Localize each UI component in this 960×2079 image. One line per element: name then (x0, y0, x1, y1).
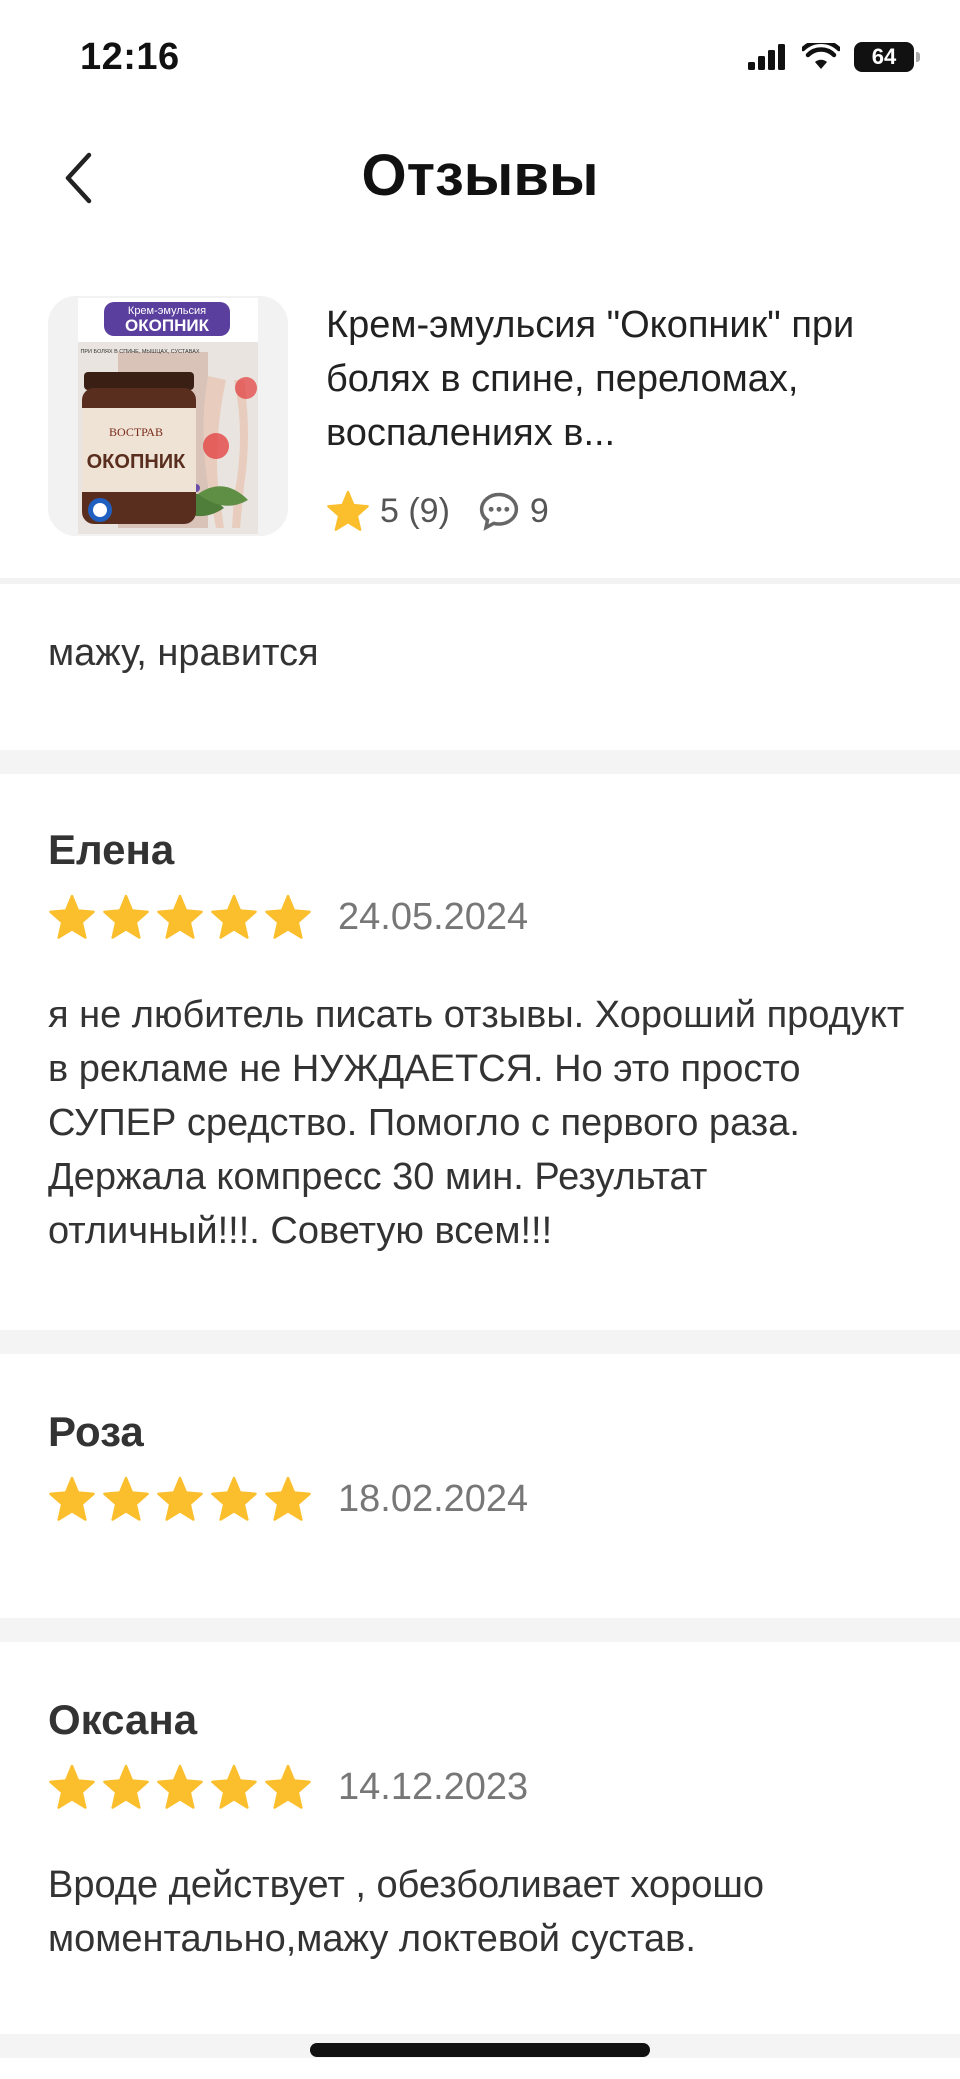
review-date: 18.02.2024 (338, 1477, 529, 1520)
star-icon (265, 1764, 311, 1809)
battery-level: 64 (871, 44, 897, 69)
product-rating: 5 (9) (326, 490, 450, 532)
star-icon (49, 1476, 95, 1521)
product-comments: 9 (478, 491, 549, 531)
header: Отзывы (0, 120, 960, 240)
rating-stars (48, 1476, 312, 1522)
star-icon (211, 1476, 257, 1521)
product-card[interactable]: Крем-эмульсия ОКОПНИК ПРИ БОЛЯХ В СПИНЕ,… (48, 296, 912, 538)
svg-text:ПРИ БОЛЯХ В СПИНЕ, МЫШЦАХ, СУС: ПРИ БОЛЯХ В СПИНЕ, МЫШЦАХ, СУСТАВАХ (80, 349, 199, 355)
divider (0, 578, 960, 584)
wifi-icon (802, 43, 840, 69)
star-icon (103, 1764, 149, 1809)
product-image[interactable]: Крем-эмульсия ОКОПНИК ПРИ БОЛЯХ В СПИНЕ,… (48, 296, 288, 536)
battery-icon: 64 (854, 42, 920, 72)
svg-text:ВОСТРАВ: ВОСТРАВ (109, 425, 163, 439)
cellular-signal-icon (748, 44, 785, 70)
product-name[interactable]: Крем-эмульсия "Окопник" при болях в спин… (326, 298, 912, 460)
star-icon (103, 894, 149, 939)
star-icon (49, 1764, 95, 1809)
rating-row: 18.02.2024 (48, 1476, 528, 1522)
svg-text:ОКОПНИК: ОКОПНИК (125, 316, 210, 335)
home-indicator[interactable] (310, 2043, 650, 2057)
star-icon (49, 894, 95, 939)
star-icon (211, 894, 257, 939)
product-image-art: Крем-эмульсия ОКОПНИК ПРИ БОЛЯХ В СПИНЕ,… (48, 296, 288, 536)
review-date: 24.05.2024 (338, 895, 529, 938)
status-time: 12:16 (80, 36, 180, 78)
review-date: 14.12.2023 (338, 1765, 529, 1808)
star-icon (327, 490, 369, 531)
svg-text:ОКОПНИК: ОКОПНИК (87, 451, 187, 473)
rating-row: 14.12.2023 (48, 1764, 528, 1810)
status-icons: 64 (748, 42, 920, 72)
review-text: Вроде действует , обезболивает хорошо мо… (48, 1864, 765, 1960)
rating-stars (48, 1764, 312, 1810)
battery-cap (916, 52, 920, 62)
product-comments-count: 9 (529, 491, 549, 530)
rating-row: 24.05.2024 (48, 894, 528, 940)
review-text: мажу, нравится (48, 632, 319, 674)
divider (0, 1618, 960, 1642)
product-rating-value: 5 (9) (380, 491, 450, 530)
star-icon (265, 894, 311, 939)
star-icon (157, 894, 203, 939)
star-icon (103, 1476, 149, 1521)
page-title: Отзывы (361, 143, 599, 208)
star-icon (157, 1764, 203, 1809)
divider (0, 750, 960, 774)
star-icon (265, 1476, 311, 1521)
reviewer-name: Роза (48, 1408, 144, 1455)
review-text: я не любитель писать отзывы. Хороший про… (48, 994, 905, 1252)
reviewer-name: Оксана (48, 1696, 198, 1743)
product-stats: 5 (9) 9 (326, 490, 577, 532)
reviews-screen: 12:16 64 Отзывы Крем-эмульсия ОКОПНИК ПР… (0, 0, 960, 2079)
star-icon (157, 1476, 203, 1521)
reviewer-name: Елена (48, 826, 175, 873)
status-bar: 12:16 64 (0, 0, 960, 120)
comment-icon (479, 492, 519, 531)
star-icon (211, 1764, 257, 1809)
divider (0, 1330, 960, 1354)
rating-stars (48, 894, 312, 940)
